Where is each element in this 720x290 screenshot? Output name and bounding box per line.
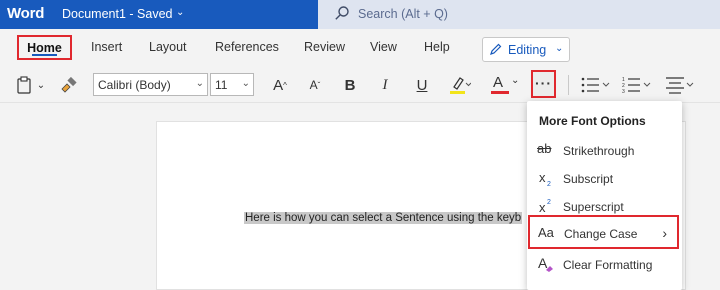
bullet-list-icon xyxy=(581,77,610,93)
font-name-value: Calibri (Body) xyxy=(98,78,171,92)
paste-icon[interactable] xyxy=(14,75,34,95)
tab-insert[interactable]: Insert xyxy=(91,40,122,54)
svg-text:x: x xyxy=(539,200,546,215)
menu-item-subscript[interactable]: x2 Subscript xyxy=(527,165,682,193)
menu-item-clear-formatting[interactable]: A Clear Formatting xyxy=(527,251,682,279)
bold-button[interactable]: B xyxy=(341,75,359,95)
menu-item-label: Subscript xyxy=(563,172,614,186)
font-size-value: 11 xyxy=(215,78,228,92)
selected-sentence[interactable]: Here is how you can select a Sentence us… xyxy=(244,212,523,224)
brush-icon xyxy=(61,77,77,93)
search-placeholder: Search (Alt + Q) xyxy=(358,7,448,21)
menu-item-label: Strikethrough xyxy=(563,144,635,158)
chevron-down-icon: ⌄ xyxy=(241,78,250,89)
ribbon-tabs: Home Insert Layout References Review Vie… xyxy=(0,29,720,67)
highlight-color-button[interactable] xyxy=(447,75,473,95)
down-caret-icon: ˇ xyxy=(317,80,321,90)
font-color-button[interactable]: A ⌄ xyxy=(491,74,521,95)
document-title[interactable]: Document1 - Saved xyxy=(62,7,172,21)
font-color-label: A xyxy=(493,74,504,91)
tab-references[interactable]: References xyxy=(215,40,279,54)
more-font-options-menu: More Font Options ab Strikethrough x2 Su… xyxy=(527,101,682,290)
svg-text:3: 3 xyxy=(622,89,625,94)
grow-font-label: A xyxy=(273,76,284,94)
align-button[interactable] xyxy=(664,75,698,95)
italic-button[interactable]: I xyxy=(376,75,394,95)
editing-label: Editing xyxy=(508,43,547,57)
chevron-down-icon[interactable]: ⌄ xyxy=(35,75,47,95)
toolbar-divider xyxy=(568,75,569,95)
chevron-down-icon: ⌄ xyxy=(555,43,564,54)
title-bar: Word Document1 - Saved ⌄ Search (Alt + Q… xyxy=(0,0,720,29)
superscript-icon: x2 xyxy=(537,197,559,215)
bullets-button[interactable] xyxy=(580,75,614,95)
tab-review[interactable]: Review xyxy=(304,40,345,54)
tab-view[interactable]: View xyxy=(370,40,397,54)
svg-text:2: 2 xyxy=(547,181,551,187)
font-size-select[interactable]: 11 ⌄ xyxy=(210,73,254,96)
grow-font-button[interactable]: A ^ xyxy=(269,75,291,95)
menu-item-strikethrough[interactable]: ab Strikethrough xyxy=(527,137,682,165)
tab-layout[interactable]: Layout xyxy=(149,40,187,54)
menu-item-label: Change Case xyxy=(564,227,638,241)
pencil-icon xyxy=(490,43,502,55)
numbered-list-icon: 1 2 3 xyxy=(622,77,651,94)
menu-header: More Font Options xyxy=(539,114,646,128)
shrink-font-button[interactable]: Aˇ xyxy=(305,75,325,95)
strikethrough-icon: ab xyxy=(537,141,552,156)
svg-text:2: 2 xyxy=(547,199,551,206)
tab-home[interactable]: Home xyxy=(17,35,72,60)
search-box[interactable]: Search (Alt + Q) xyxy=(318,0,720,29)
numbering-button[interactable]: 1 2 3 xyxy=(621,75,655,95)
app-name[interactable]: Word xyxy=(7,5,44,22)
search-icon xyxy=(335,6,349,20)
chevron-down-icon: ⌄ xyxy=(195,78,204,89)
home-toolbar: ⌄ Calibri (Body) ⌄ 11 ⌄ A^ Aˇ B I U A ⌄ xyxy=(0,67,720,103)
up-caret-icon: ^ xyxy=(283,80,287,90)
menu-item-label: Clear Formatting xyxy=(563,258,653,272)
chevron-down-icon: ⌄ xyxy=(511,75,520,86)
font-color-swatch xyxy=(491,91,509,94)
clipboard-icon xyxy=(17,76,31,94)
editing-mode-button[interactable]: Editing ⌄ xyxy=(482,37,570,62)
format-painter-icon[interactable] xyxy=(58,75,80,95)
menu-item-change-case[interactable]: Aa Change Case › xyxy=(528,215,679,249)
svg-text:x: x xyxy=(539,170,546,185)
chevron-down-icon[interactable]: ⌄ xyxy=(176,7,184,18)
font-name-select[interactable]: Calibri (Body) ⌄ xyxy=(93,73,208,96)
shrink-font-label: A xyxy=(309,78,318,92)
subscript-icon: x2 xyxy=(537,169,559,188)
clear-formatting-icon: A xyxy=(537,255,559,273)
svg-text:A: A xyxy=(538,255,548,271)
highlighter-icon xyxy=(450,77,471,94)
menu-item-label: Superscript xyxy=(563,200,624,214)
chevron-right-icon: › xyxy=(662,225,667,241)
more-font-options-button[interactable]: ··· xyxy=(531,70,556,98)
tab-help[interactable]: Help xyxy=(424,40,450,54)
align-center-icon xyxy=(666,77,694,94)
font-color-icon: A ⌄ xyxy=(491,74,521,95)
change-case-icon: Aa xyxy=(538,225,554,240)
underline-button[interactable]: U xyxy=(413,75,431,95)
